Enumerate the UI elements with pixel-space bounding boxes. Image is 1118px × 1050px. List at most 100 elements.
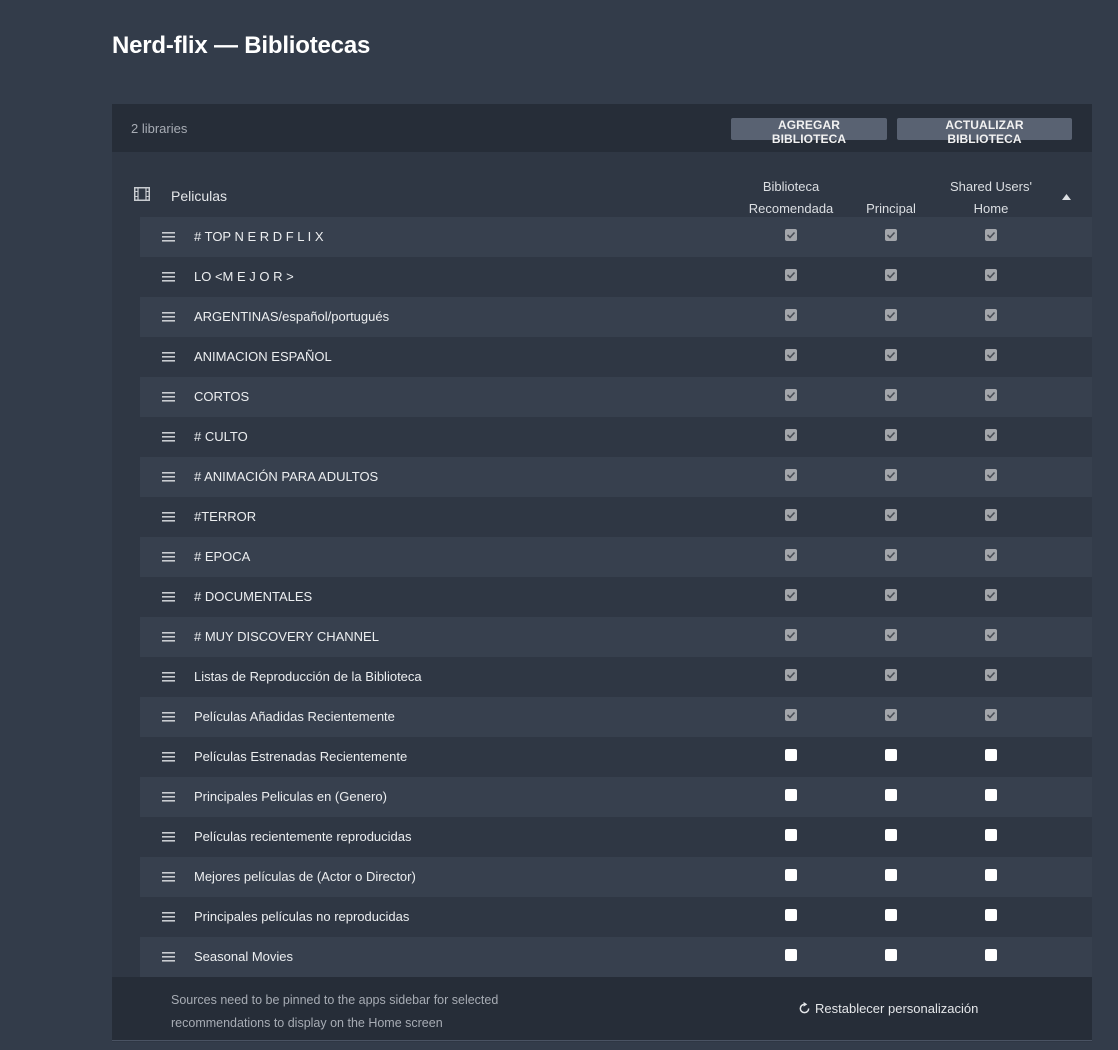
drag-handle-icon[interactable] <box>162 432 175 442</box>
list-item[interactable]: ARGENTINAS/español/portugués <box>140 297 1092 337</box>
shared-home-checkbox[interactable] <box>985 229 997 241</box>
drag-handle-icon[interactable] <box>162 352 175 362</box>
shared-home-checkbox[interactable] <box>985 829 997 841</box>
list-item[interactable]: # MUY DISCOVERY CHANNEL <box>140 617 1092 657</box>
drag-handle-icon[interactable] <box>162 312 175 322</box>
drag-handle-icon[interactable] <box>162 592 175 602</box>
recommended-checkbox[interactable] <box>785 309 797 321</box>
drag-handle-icon[interactable] <box>162 552 175 562</box>
recommended-checkbox[interactable] <box>785 629 797 641</box>
shared-home-checkbox[interactable] <box>985 309 997 321</box>
drag-handle-icon[interactable] <box>162 872 175 882</box>
drag-handle-icon[interactable] <box>162 792 175 802</box>
caret-up-icon[interactable] <box>1062 194 1071 200</box>
principal-checkbox[interactable] <box>885 229 897 241</box>
list-item[interactable]: Películas Añadidas Recientemente <box>140 697 1092 737</box>
recommended-checkbox[interactable] <box>785 749 797 761</box>
shared-home-checkbox[interactable] <box>985 429 997 441</box>
principal-checkbox[interactable] <box>885 789 897 801</box>
recommended-checkbox[interactable] <box>785 789 797 801</box>
principal-checkbox[interactable] <box>885 389 897 401</box>
shared-home-checkbox[interactable] <box>985 789 997 801</box>
principal-checkbox[interactable] <box>885 869 897 881</box>
recommended-checkbox[interactable] <box>785 709 797 721</box>
principal-checkbox[interactable] <box>885 949 897 961</box>
recommended-checkbox[interactable] <box>785 589 797 601</box>
shared-home-checkbox[interactable] <box>985 949 997 961</box>
recommended-checkbox[interactable] <box>785 869 797 881</box>
reset-customization-button[interactable]: Restablecer personalización <box>798 1001 978 1016</box>
principal-checkbox[interactable] <box>885 669 897 681</box>
principal-checkbox[interactable] <box>885 909 897 921</box>
drag-handle-icon[interactable] <box>162 952 175 962</box>
principal-checkbox[interactable] <box>885 429 897 441</box>
drag-handle-icon[interactable] <box>162 232 175 242</box>
principal-checkbox[interactable] <box>885 469 897 481</box>
principal-checkbox[interactable] <box>885 749 897 761</box>
drag-handle-icon[interactable] <box>162 632 175 642</box>
drag-handle-icon[interactable] <box>162 912 175 922</box>
shared-home-checkbox[interactable] <box>985 389 997 401</box>
shared-home-checkbox[interactable] <box>985 749 997 761</box>
recommended-checkbox[interactable] <box>785 949 797 961</box>
list-item[interactable]: # ANIMACIÓN PARA ADULTOS <box>140 457 1092 497</box>
principal-checkbox[interactable] <box>885 589 897 601</box>
principal-checkbox[interactable] <box>885 509 897 521</box>
principal-checkbox[interactable] <box>885 309 897 321</box>
recommended-checkbox[interactable] <box>785 429 797 441</box>
shared-home-checkbox[interactable] <box>985 869 997 881</box>
principal-checkbox[interactable] <box>885 269 897 281</box>
shared-home-checkbox[interactable] <box>985 269 997 281</box>
list-item[interactable]: Películas recientemente reproducidas <box>140 817 1092 857</box>
recommended-checkbox[interactable] <box>785 389 797 401</box>
principal-checkbox[interactable] <box>885 829 897 841</box>
drag-handle-icon[interactable] <box>162 752 175 762</box>
list-item[interactable]: CORTOS <box>140 377 1092 417</box>
list-item[interactable]: # DOCUMENTALES <box>140 577 1092 617</box>
shared-home-checkbox[interactable] <box>985 589 997 601</box>
drag-handle-icon[interactable] <box>162 472 175 482</box>
drag-handle-icon[interactable] <box>162 832 175 842</box>
recommended-checkbox[interactable] <box>785 269 797 281</box>
recommended-checkbox[interactable] <box>785 829 797 841</box>
shared-home-checkbox[interactable] <box>985 349 997 361</box>
drag-handle-icon[interactable] <box>162 712 175 722</box>
add-library-button[interactable]: AGREGAR BIBLIOTECA <box>731 118 887 146</box>
principal-checkbox[interactable] <box>885 709 897 721</box>
list-item[interactable]: LO <M E J O R > <box>140 257 1092 297</box>
list-item[interactable]: ANIMACION ESPAÑOL <box>140 337 1092 377</box>
principal-checkbox[interactable] <box>885 349 897 361</box>
list-item[interactable]: # EPOCA <box>140 537 1092 577</box>
principal-checkbox[interactable] <box>885 629 897 641</box>
list-item[interactable]: Principales Peliculas en (Genero) <box>140 777 1092 817</box>
principal-checkbox[interactable] <box>885 549 897 561</box>
shared-home-checkbox[interactable] <box>985 709 997 721</box>
list-item[interactable]: Principales películas no reproducidas <box>140 897 1092 937</box>
drag-handle-icon[interactable] <box>162 672 175 682</box>
list-item[interactable]: # CULTO <box>140 417 1092 457</box>
shared-home-checkbox[interactable] <box>985 629 997 641</box>
shared-home-checkbox[interactable] <box>985 469 997 481</box>
drag-handle-icon[interactable] <box>162 272 175 282</box>
shared-home-checkbox[interactable] <box>985 909 997 921</box>
recommended-checkbox[interactable] <box>785 909 797 921</box>
shared-home-checkbox[interactable] <box>985 549 997 561</box>
shared-home-checkbox[interactable] <box>985 669 997 681</box>
recommended-checkbox[interactable] <box>785 669 797 681</box>
list-item[interactable]: # TOP N E R D F L I X <box>140 217 1092 257</box>
list-item[interactable]: Películas Estrenadas Recientemente <box>140 737 1092 777</box>
recommended-checkbox[interactable] <box>785 349 797 361</box>
recommended-checkbox[interactable] <box>785 549 797 561</box>
recommended-checkbox[interactable] <box>785 229 797 241</box>
list-item[interactable]: Mejores películas de (Actor o Director) <box>140 857 1092 897</box>
update-library-button[interactable]: ACTUALIZAR BIBLIOTECA <box>897 118 1072 146</box>
recommended-checkbox[interactable] <box>785 469 797 481</box>
list-item[interactable]: #TERROR <box>140 497 1092 537</box>
list-item-label: # ANIMACIÓN PARA ADULTOS <box>194 469 379 484</box>
list-item[interactable]: Listas de Reproducción de la Biblioteca <box>140 657 1092 697</box>
shared-home-checkbox[interactable] <box>985 509 997 521</box>
list-item[interactable]: Seasonal Movies <box>140 937 1092 977</box>
recommended-checkbox[interactable] <box>785 509 797 521</box>
drag-handle-icon[interactable] <box>162 392 175 402</box>
drag-handle-icon[interactable] <box>162 512 175 522</box>
